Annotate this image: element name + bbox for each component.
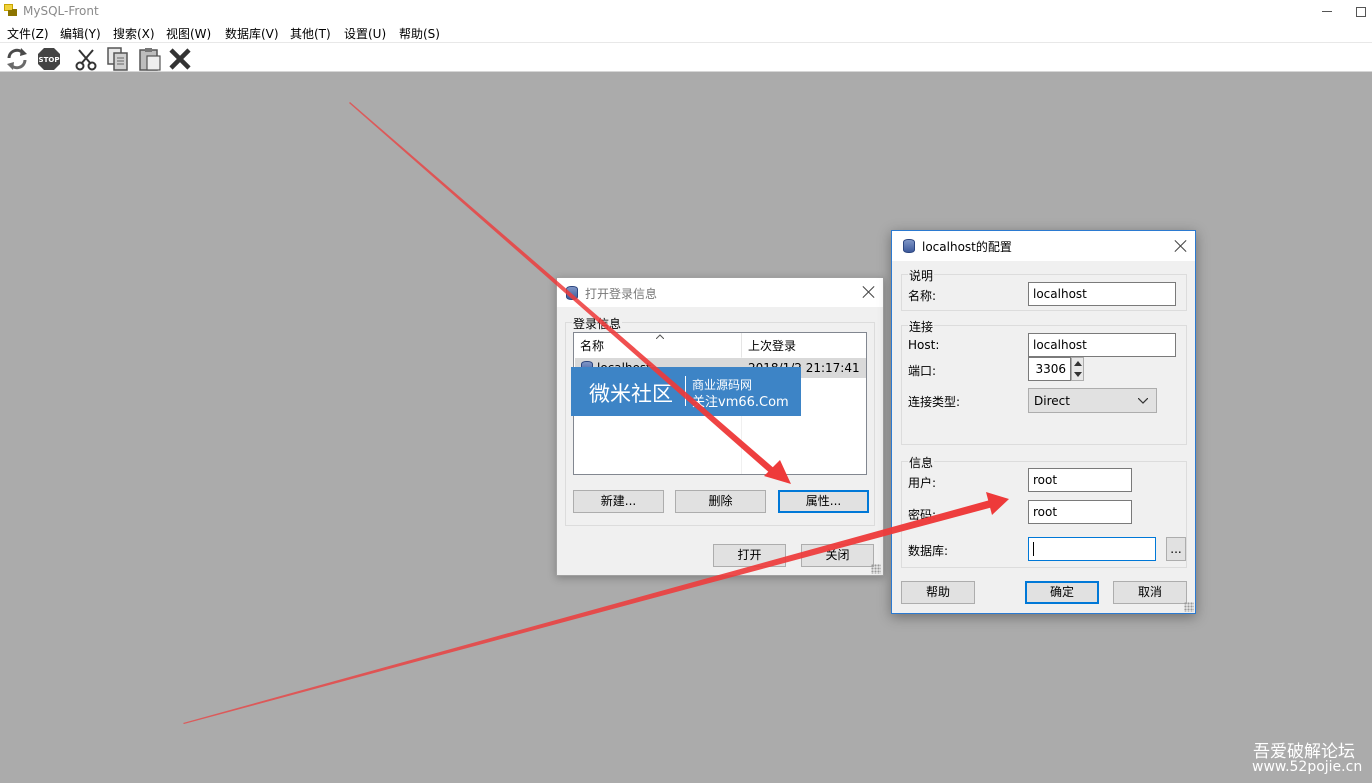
new-button[interactable]: 新建... (573, 490, 664, 513)
port-spinner[interactable] (1071, 357, 1084, 381)
delete-login-button[interactable]: 删除 (675, 490, 766, 513)
spinner-up-icon[interactable] (1074, 361, 1082, 366)
refresh-button[interactable] (4, 46, 30, 72)
database-label: 数据库: (908, 544, 949, 558)
app-title-bar: MySQL-Front (0, 0, 1372, 22)
forum-watermark-url: www.52pojie.cn (1252, 759, 1363, 775)
password-input[interactable]: root (1028, 500, 1132, 524)
spinner-down-icon[interactable] (1074, 372, 1082, 377)
maximize-button[interactable] (1350, 2, 1372, 20)
browse-database-button[interactable]: ... (1166, 537, 1186, 561)
menu-database[interactable]: 数据库(V) (225, 25, 279, 42)
column-header-name[interactable]: 名称 (574, 333, 742, 357)
menu-view[interactable]: 视图(W) (166, 25, 211, 42)
login-dialog-titlebar: 打开登录信息 (557, 278, 883, 307)
user-label: 用户: (908, 476, 937, 490)
column-header-label: 上次登录 (748, 339, 797, 353)
column-header-last-login[interactable]: 上次登录 (742, 333, 866, 357)
close-button[interactable]: 关闭 (801, 544, 874, 567)
connection-type-label: 连接类型: (908, 395, 961, 409)
database-icon (566, 286, 578, 300)
minimize-button[interactable] (1316, 2, 1340, 20)
group-label: 登录信息 (572, 315, 623, 332)
chevron-down-icon (1138, 398, 1148, 404)
name-label: 名称: (908, 289, 937, 303)
password-label: 密码: (908, 508, 937, 522)
delete-button[interactable] (167, 46, 193, 72)
connection-type-select[interactable]: Direct (1028, 388, 1157, 413)
menu-help[interactable]: 帮助(S) (399, 25, 440, 42)
app-title: MySQL-Front (23, 4, 99, 18)
close-icon[interactable] (1174, 239, 1188, 253)
copy-icon (107, 47, 128, 71)
stop-icon: STOP (38, 48, 60, 70)
host-input[interactable]: localhost (1028, 333, 1176, 357)
sort-ascending-icon (656, 334, 664, 339)
text-caret (1033, 542, 1034, 556)
menu-other[interactable]: 其他(T) (290, 25, 331, 42)
menu-search[interactable]: 搜索(X) (113, 25, 155, 42)
menu-file[interactable]: 文件(Z) (7, 25, 49, 42)
resize-grip[interactable] (1184, 602, 1194, 612)
config-dialog: localhost的配置 说明 名称: localhost 连接 Host: l… (891, 230, 1196, 614)
login-dialog-title: 打开登录信息 (585, 287, 658, 301)
group-label: 信息 (908, 454, 935, 471)
refresh-icon (7, 48, 27, 70)
cut-button[interactable] (73, 46, 99, 72)
host-label: Host: (908, 338, 940, 352)
paste-icon (139, 48, 161, 71)
watermark-separator (685, 376, 686, 406)
cancel-button[interactable]: 取消 (1113, 581, 1187, 604)
group-label: 说明 (908, 267, 935, 284)
menu-settings[interactable]: 设置(U) (344, 25, 386, 42)
login-info-dialog: 打开登录信息 登录信息 名称 上次登录 localhost 2018/1/2 2… (556, 277, 884, 576)
delete-icon (169, 48, 191, 70)
watermark-banner: 微米社区 商业源码网 关注vm66.Com (571, 367, 801, 416)
resize-grip[interactable] (871, 564, 881, 574)
column-header-label: 名称 (580, 339, 605, 353)
toolbar: STOP (0, 42, 1372, 72)
name-input[interactable]: localhost (1028, 282, 1176, 306)
ok-button[interactable]: 确定 (1025, 581, 1099, 604)
help-button[interactable]: 帮助 (901, 581, 975, 604)
group-label: 连接 (908, 318, 935, 335)
port-input[interactable]: 3306 (1028, 357, 1071, 381)
config-dialog-titlebar: localhost的配置 (892, 231, 1195, 261)
paste-button[interactable] (137, 46, 163, 72)
watermark-line2: 关注vm66.Com (692, 395, 789, 410)
database-icon (903, 239, 915, 253)
port-label: 端口: (908, 364, 937, 378)
connection-type-value: Direct (1034, 394, 1070, 408)
cut-icon (75, 49, 97, 71)
watermark-main-text: 微米社区 (589, 382, 673, 406)
stop-button[interactable]: STOP (36, 46, 62, 72)
menu-bar: 文件(Z) 编辑(Y) 搜索(X) 视图(W) 数据库(V) 其他(T) 设置(… (0, 22, 1372, 42)
user-input[interactable]: root (1028, 468, 1132, 492)
stop-icon-label: STOP (39, 56, 60, 64)
database-input[interactable] (1028, 537, 1156, 561)
menu-edit[interactable]: 编辑(Y) (60, 25, 101, 42)
config-dialog-title: localhost的配置 (922, 240, 1012, 254)
close-icon[interactable] (862, 285, 876, 299)
mysql-front-app-icon (4, 4, 17, 16)
copy-button[interactable] (105, 46, 131, 72)
open-button[interactable]: 打开 (713, 544, 786, 567)
properties-button[interactable]: 属性... (778, 490, 869, 513)
